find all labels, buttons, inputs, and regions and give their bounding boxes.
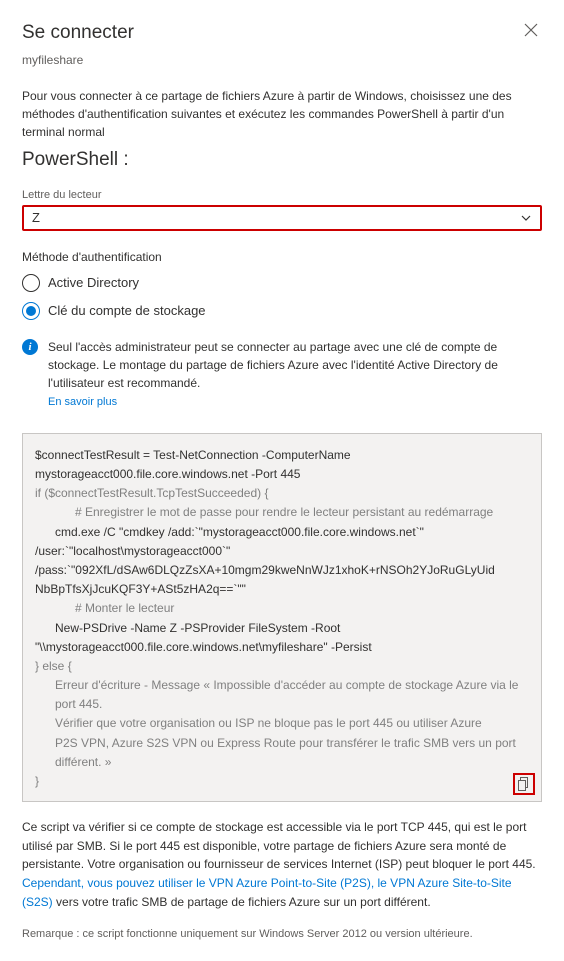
radio-label-ad: Active Directory bbox=[48, 274, 139, 292]
powershell-code-block: $connectTestResult = Test-NetConnection … bbox=[22, 433, 542, 802]
intro-text: Pour vous connecter à ce partage de fich… bbox=[22, 87, 542, 141]
panel-title: Se connecter bbox=[22, 20, 134, 47]
compatibility-note: Remarque : ce script fonctionne uniqueme… bbox=[22, 927, 542, 942]
copy-button[interactable] bbox=[513, 773, 535, 795]
drive-letter-label: Lettre du lecteur bbox=[22, 188, 542, 203]
radio-icon-selected bbox=[22, 302, 40, 320]
radio-active-directory[interactable]: Active Directory bbox=[22, 274, 542, 292]
learn-more-link[interactable]: En savoir plus bbox=[48, 396, 117, 408]
radio-label-key: Clé du compte de stockage bbox=[48, 302, 206, 320]
radio-icon bbox=[22, 274, 40, 292]
panel-subtitle: myfileshare bbox=[22, 52, 542, 69]
close-icon bbox=[524, 23, 538, 37]
copy-icon bbox=[518, 777, 530, 791]
section-title: PowerShell : bbox=[22, 147, 542, 174]
explanation-text: Ce script va vérifier si ce compte de st… bbox=[22, 818, 542, 911]
info-icon: i bbox=[22, 339, 38, 355]
drive-letter-select[interactable]: Z bbox=[22, 205, 542, 231]
info-text: Seul l'accès administrateur peut se conn… bbox=[48, 338, 542, 411]
auth-method-label: Méthode d'authentification bbox=[22, 249, 542, 266]
radio-storage-key[interactable]: Clé du compte de stockage bbox=[22, 302, 542, 320]
close-button[interactable] bbox=[520, 18, 542, 48]
drive-letter-value: Z bbox=[32, 209, 40, 227]
chevron-down-icon bbox=[520, 212, 532, 224]
